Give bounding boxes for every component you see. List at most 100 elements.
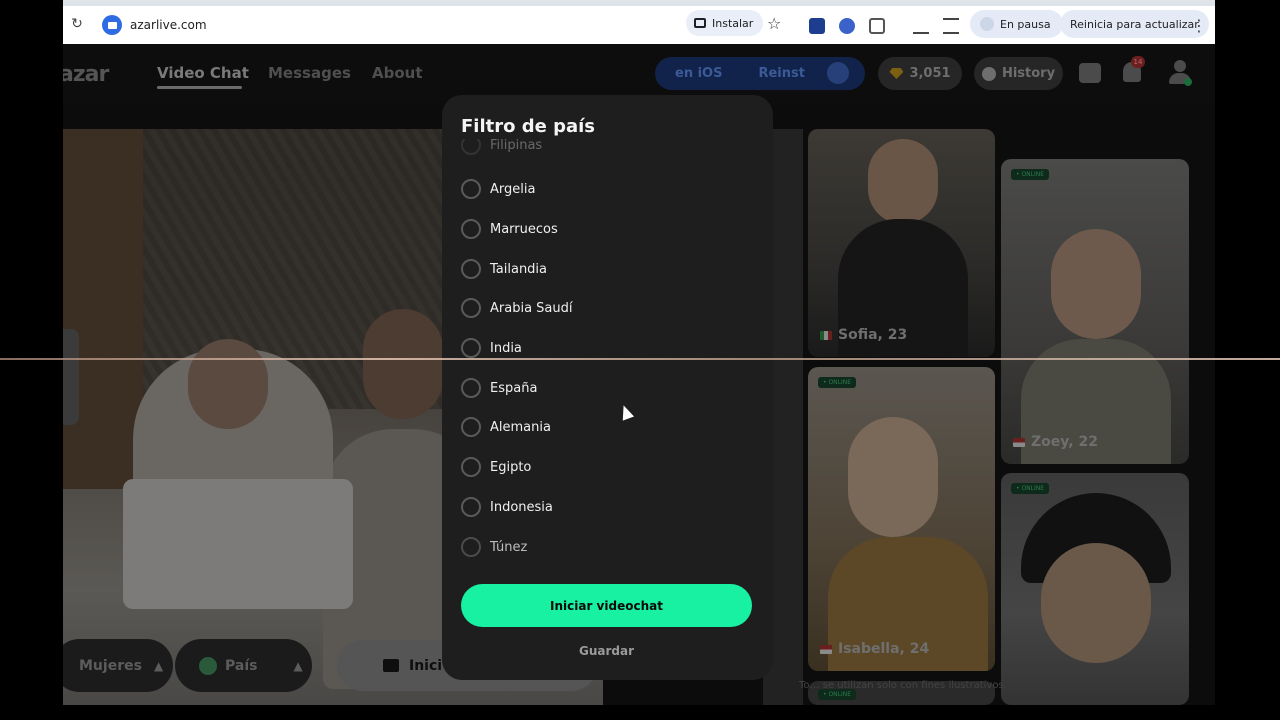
history-button[interactable]: History (974, 57, 1063, 90)
flag-icon (820, 644, 832, 654)
gem-balance-button[interactable]: 3,051 (878, 57, 962, 90)
shop-icon[interactable] (1079, 63, 1101, 83)
country-option[interactable]: Filipinas (461, 139, 542, 157)
gem-count: 3,051 (909, 66, 951, 81)
card-name-text: Sofia, 23 (838, 327, 908, 343)
disclaimer-text: To… se utilizan solo con fines ilustrati… (799, 680, 1007, 691)
country-filter-label: País (225, 657, 258, 674)
camera-icon (383, 659, 399, 672)
radio-button[interactable] (461, 139, 481, 155)
clock-icon (981, 66, 996, 81)
radio-button[interactable] (461, 179, 481, 199)
profile-card[interactable]: • ONLINE Zoey, 22 (1001, 159, 1189, 464)
browser-window: ↻ azarlive.com Instalar ☆ En pausa Reini… (63, 0, 1215, 705)
side-panel-handle[interactable] (63, 329, 79, 425)
card-portrait (1041, 543, 1151, 663)
country-label: Alemania (490, 419, 551, 435)
extensions-puzzle-icon[interactable] (869, 18, 885, 34)
radio-button[interactable] (461, 298, 481, 318)
online-status-dot (1184, 78, 1192, 86)
video-person-head (188, 339, 268, 429)
country-label: Egipto (490, 459, 532, 475)
country-option[interactable]: España (461, 376, 537, 400)
nav-video-chat[interactable]: Video Chat (157, 64, 249, 82)
reload-icon[interactable]: ↻ (69, 16, 85, 32)
country-option[interactable]: Marruecos (461, 217, 558, 241)
country-option[interactable]: India (461, 336, 522, 360)
gem-icon (889, 68, 904, 79)
install-button[interactable]: Instalar (686, 10, 764, 36)
country-option[interactable]: Indonesia (461, 495, 553, 519)
online-badge: • ONLINE (818, 377, 857, 388)
paused-label: En pausa (1000, 17, 1051, 31)
profile-card[interactable]: Sofia, 23 (808, 129, 995, 357)
card-portrait (1051, 229, 1141, 339)
radio-button[interactable] (461, 537, 481, 557)
card-portrait (868, 139, 938, 224)
radio-button[interactable] (461, 259, 481, 279)
modal-title: Filtro de país (461, 116, 596, 137)
radio-button[interactable] (461, 219, 481, 239)
extension-shield-icon[interactable] (809, 18, 825, 34)
promo-text-left: en iOS (675, 66, 723, 81)
profile-paused-chip[interactable]: En pausa (970, 10, 1063, 38)
radio-button[interactable] (461, 378, 481, 398)
promo-text-right: Reinst (758, 66, 805, 81)
nav-messages[interactable]: Messages (268, 64, 351, 82)
update-label: Reinicia para actualizar (1070, 17, 1199, 31)
country-filter-button[interactable]: País ▲ (175, 639, 312, 692)
country-label: Arabia Saudí (490, 300, 573, 316)
install-label: Instalar (712, 16, 754, 30)
chevron-up-icon: ▲ (293, 658, 303, 673)
country-option[interactable]: Argelia (461, 177, 535, 201)
start-button-label: Inici (409, 657, 443, 674)
country-label: Argelia (490, 181, 536, 197)
country-option[interactable]: Arabia Saudí (461, 296, 573, 320)
online-badge: • ONLINE (1011, 169, 1050, 180)
profile-card[interactable]: • ONLINE (1001, 473, 1189, 705)
extension-circle-icon[interactable] (839, 18, 855, 34)
nav-about[interactable]: About (372, 64, 423, 82)
card-name: Sofia, 23 (820, 327, 907, 343)
country-label: Tailandia (490, 261, 548, 277)
video-person-head (363, 309, 443, 419)
country-filter-modal: Filtro de país Filipinas Argelia Marruec… (442, 95, 773, 680)
chevron-up-icon: ▲ (153, 658, 164, 673)
globe-icon (199, 656, 217, 675)
app-promo-banner[interactable]: en iOS Reinst (655, 57, 865, 90)
country-option[interactable]: Túnez (461, 535, 527, 559)
screen-glitch-line (0, 358, 1280, 360)
history-label: History (1001, 66, 1056, 81)
profile-card[interactable]: • ONLINE Isabella, 24 (808, 367, 995, 671)
download-icon[interactable] (913, 18, 929, 34)
media-queue-icon[interactable] (943, 18, 959, 34)
radio-button[interactable] (461, 338, 481, 358)
radio-button[interactable] (461, 417, 481, 437)
notification-count-badge: 14 (1131, 56, 1145, 68)
profile-avatar-icon (980, 17, 994, 31)
gender-filter-button[interactable]: Mujeres ▲ (63, 639, 173, 692)
video-laptop (123, 479, 353, 609)
country-label: India (490, 340, 522, 356)
start-videochat-button[interactable]: Iniciar videochat (461, 584, 752, 627)
country-list[interactable]: Filipinas Argelia Marruecos Tailandia Ar… (442, 139, 773, 563)
radio-button[interactable] (461, 497, 481, 517)
gender-filter-label: Mujeres (79, 657, 142, 674)
country-option[interactable]: Egipto (461, 455, 531, 479)
azar-logo[interactable]: azar (63, 62, 109, 87)
online-badge: • ONLINE (1011, 483, 1050, 494)
country-label: Filipinas (490, 139, 543, 153)
bookmark-star-icon[interactable]: ☆ (767, 14, 781, 33)
card-name: Isabella, 24 (820, 641, 929, 657)
video-door (63, 129, 143, 489)
radio-button[interactable] (461, 457, 481, 477)
flag-icon (820, 330, 832, 340)
restart-to-update-button[interactable]: Reinicia para actualizar (1060, 10, 1209, 38)
card-portrait (848, 417, 938, 537)
country-option[interactable]: Tailandia (461, 257, 547, 281)
country-option[interactable]: Alemania (461, 415, 551, 439)
flag-icon (1013, 437, 1025, 447)
browser-menu-icon[interactable]: ⋮ (1191, 16, 1207, 35)
browser-toolbar: ↻ azarlive.com Instalar ☆ En pausa Reini… (63, 0, 1215, 44)
save-button[interactable]: Guardar (461, 640, 752, 662)
